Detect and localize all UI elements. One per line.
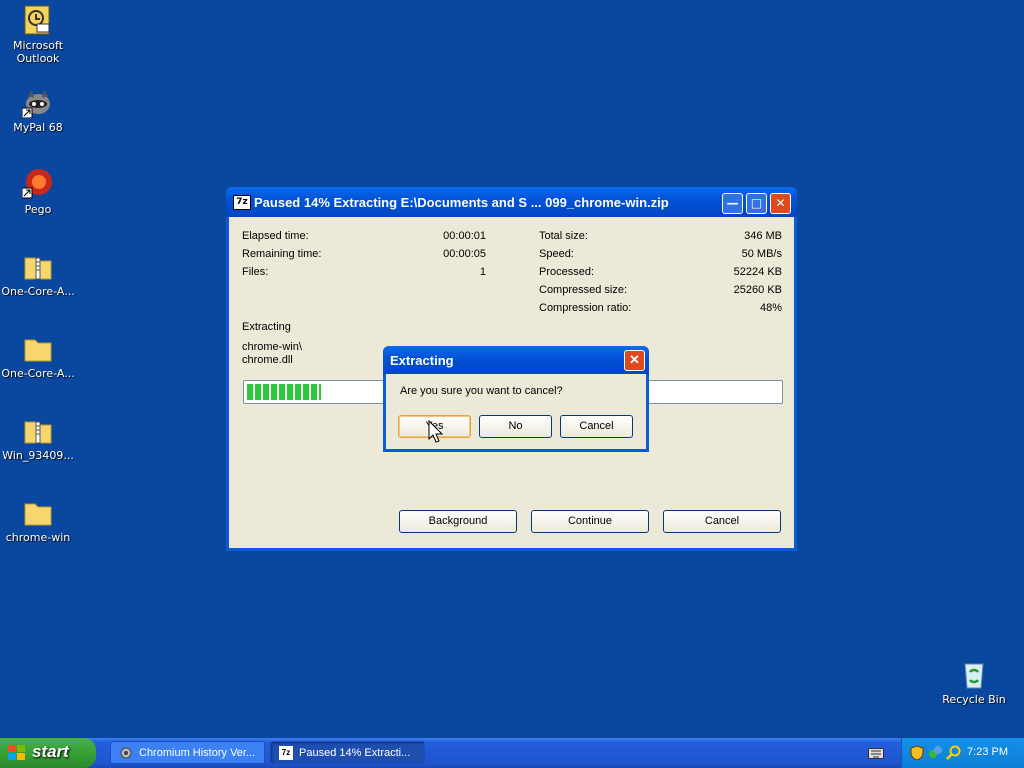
desktop-icon-outlook[interactable]: Microsoft Outlook [0, 4, 76, 65]
clock: 7:23 PM [967, 746, 1008, 758]
taskbar-item-label: Chromium History Ver... [139, 747, 256, 759]
desktop-icon-label: Recycle Bin [942, 693, 1006, 706]
dialog-cancel-button[interactable]: Cancel [560, 415, 633, 438]
close-button[interactable]: ✕ [770, 193, 791, 214]
dialog-no-button[interactable]: No [479, 415, 552, 438]
speed-value: 50 MB/s [741, 248, 782, 260]
desktop-icon-zip-1[interactable]: One-Core-A... [0, 250, 76, 298]
processed-value: 52224 KB [733, 266, 782, 278]
files-label: Files: [242, 266, 269, 278]
desktop-icon-label: One-Core-A... [1, 367, 75, 380]
taskbar-item-label: Paused 14% Extracti... [299, 747, 411, 759]
progress-fill [247, 384, 321, 400]
dialog-close-button[interactable]: ✕ [624, 350, 645, 371]
network-icon[interactable] [928, 745, 942, 760]
desktop-icon-pego[interactable]: Pego [0, 168, 76, 216]
window-titlebar[interactable]: 7z Paused 14% Extracting E:\Documents an… [226, 187, 797, 217]
desktop-icon-folder-1[interactable]: One-Core-A... [0, 332, 76, 380]
outlook-icon [24, 5, 50, 35]
processed-label: Processed: [539, 266, 595, 278]
taskbar-item-chromium-history[interactable]: Chromium History Ver... [110, 741, 265, 764]
background-button[interactable]: Background [399, 510, 517, 533]
window-title: Paused 14% Extracting E:\Documents and S… [254, 195, 669, 210]
desktop-icon-label: Pego [24, 203, 52, 216]
pego-icon [22, 169, 52, 199]
desktop-icon-label: chrome-win [5, 531, 71, 544]
start-label: start [32, 742, 69, 761]
minimize-button[interactable]: — [722, 193, 743, 214]
zip-folder-icon [24, 257, 52, 280]
taskbar: start Chromium History Ver... 7z Paused … [0, 738, 1024, 768]
elapsed-time-label: Elapsed time: [242, 230, 309, 242]
desktop-icon-label: Microsoft Outlook [12, 39, 64, 65]
elapsed-time-value: 00:00:01 [443, 230, 486, 242]
start-button[interactable]: start [0, 738, 96, 768]
current-dir: chrome-win\ [242, 341, 302, 353]
search-icon[interactable] [946, 745, 961, 760]
compression-ratio-label: Compression ratio: [539, 302, 632, 314]
desktop-icon-label: Win_93409... [2, 449, 74, 462]
cancel-confirm-dialog: Extracting ✕ Are you sure you want to ca… [383, 346, 649, 452]
desktop-icon-mypal[interactable]: MyPal 68 [0, 86, 76, 134]
security-shield-icon[interactable] [910, 745, 924, 760]
desktop-icon-recycle-bin[interactable]: Recycle Bin [936, 658, 1012, 706]
windows-flag-icon [8, 745, 25, 760]
files-value: 1 [479, 266, 486, 278]
speed-label: Speed: [539, 248, 574, 260]
keyboard-icon[interactable] [868, 748, 884, 759]
dialog-title: Extracting [390, 353, 454, 368]
taskbar-item-7zip[interactable]: 7z Paused 14% Extracti... [270, 741, 425, 764]
mouse-cursor-icon [428, 420, 443, 443]
remaining-time-label: Remaining time: [242, 248, 322, 260]
remaining-time-value: 00:00:05 [443, 248, 486, 260]
desktop-icon-zip-2[interactable]: Win_93409... [0, 414, 76, 462]
zip-folder-icon [24, 421, 52, 444]
total-size-value: 346 MB [744, 230, 782, 242]
dialog-titlebar[interactable]: Extracting ✕ [383, 346, 649, 374]
gear-app-icon [120, 747, 132, 759]
status-label: Extracting [242, 321, 291, 333]
compression-ratio-value: 48% [759, 302, 782, 314]
desktop-icon-label: MyPal 68 [13, 121, 63, 134]
system-tray: 7:23 PM [901, 738, 1024, 768]
compressed-size-label: Compressed size: [539, 284, 628, 296]
desktop-icon-folder-2[interactable]: chrome-win [0, 496, 76, 544]
folder-icon [24, 339, 52, 362]
continue-button[interactable]: Continue [531, 510, 649, 533]
current-file: chrome.dll [242, 354, 293, 366]
total-size-label: Total size: [539, 230, 588, 242]
compressed-size-value: 25260 KB [733, 284, 782, 296]
desktop-icon-label: One-Core-A... [1, 285, 75, 298]
raccoon-icon [22, 90, 50, 118]
7zip-app-icon: 7z [233, 195, 251, 210]
folder-icon [24, 503, 52, 526]
7zip-app-icon: 7z [279, 746, 293, 760]
recycle-bin-icon [964, 663, 984, 689]
dialog-message: Are you sure you want to cancel? [400, 385, 563, 397]
maximize-button[interactable]: □ [746, 193, 767, 214]
cancel-button[interactable]: Cancel [663, 510, 781, 533]
